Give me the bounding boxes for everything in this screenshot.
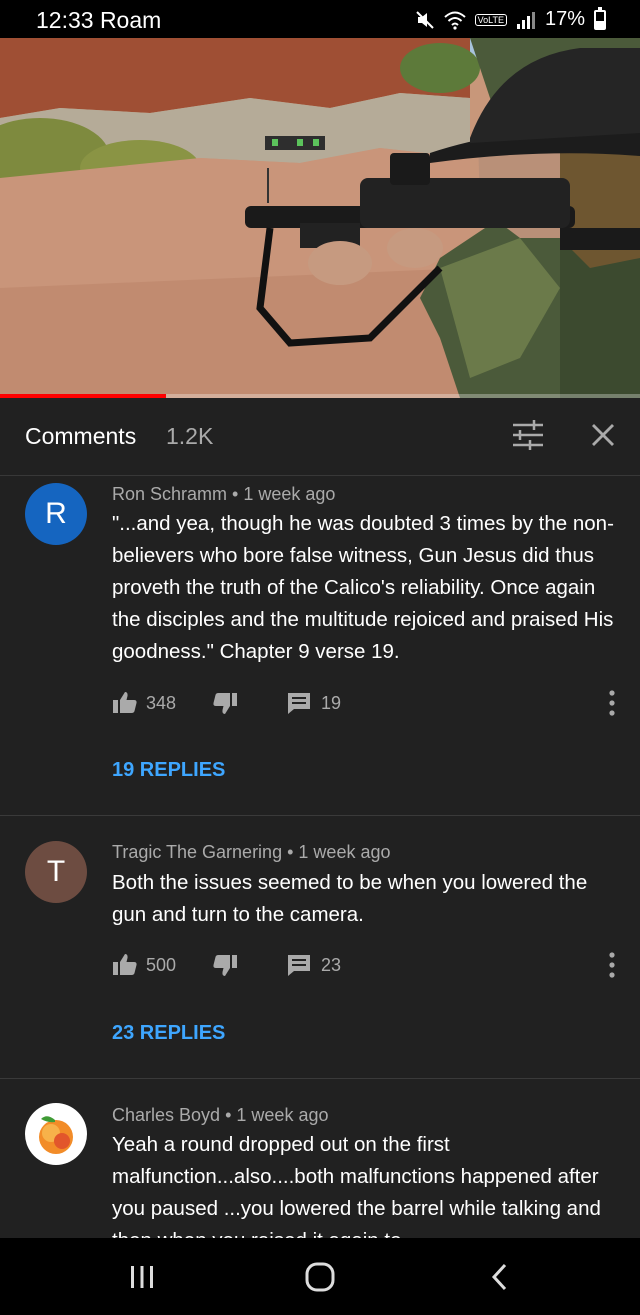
- back-icon[interactable]: [488, 1260, 512, 1294]
- comment-time: 1 week ago: [298, 842, 391, 862]
- battery-icon: [594, 6, 606, 30]
- navigation-bar: [0, 1238, 640, 1315]
- comment-author[interactable]: Ron Schramm: [112, 484, 227, 504]
- video-player[interactable]: [0, 38, 640, 398]
- comment-meta: Ron Schramm • 1 week ago: [112, 484, 335, 505]
- like-icon[interactable]: [112, 690, 138, 716]
- avatar[interactable]: T: [25, 841, 87, 903]
- volte-icon: VoLTE: [474, 13, 507, 26]
- status-bar: 12:33 Roam VoLTE 17%: [0, 0, 640, 38]
- mute-icon: [415, 10, 434, 29]
- like-icon[interactable]: [112, 952, 138, 978]
- dislike-icon[interactable]: [212, 952, 238, 978]
- more-options-icon[interactable]: [600, 688, 624, 718]
- close-icon[interactable]: [588, 420, 618, 450]
- dislike-icon[interactable]: [212, 690, 238, 716]
- comment-item: T Tragic The Garnering • 1 week ago Both…: [0, 816, 640, 1078]
- meta-separator: •: [287, 842, 294, 862]
- comment-actions: 348 19: [112, 688, 341, 718]
- meta-separator: •: [232, 484, 239, 504]
- avatar-letter: T: [46, 855, 66, 888]
- comment-actions: 500 23: [112, 950, 341, 980]
- comment-text: Yeah a round dropped out on the first ma…: [112, 1133, 601, 1238]
- avatar[interactable]: [25, 1103, 87, 1165]
- comment-item: Charles Boyd • 1 week ago Yeah a round d…: [0, 1079, 640, 1238]
- reply-icon[interactable]: [286, 952, 312, 978]
- comments-count: 1.2K: [166, 423, 214, 449]
- recent-apps-icon[interactable]: [128, 1260, 156, 1294]
- like-count: 500: [146, 954, 177, 975]
- reply-icon[interactable]: [286, 690, 312, 716]
- comment-meta: Charles Boyd • 1 week ago: [112, 1105, 328, 1126]
- comment-meta: Tragic The Garnering • 1 week ago: [112, 842, 391, 863]
- reply-count: 19: [321, 692, 342, 713]
- like-count: 348: [146, 692, 177, 713]
- view-replies-link[interactable]: 23 REPLIES: [112, 1022, 225, 1045]
- avatar[interactable]: R: [25, 483, 87, 545]
- comments-title: Comments: [25, 423, 137, 449]
- video-frame: [0, 38, 640, 398]
- signal-icon: [516, 11, 535, 29]
- home-icon[interactable]: [303, 1260, 337, 1294]
- comment-text: "...and yea, though he was doubted 3 tim…: [112, 512, 614, 663]
- comment-time: 1 week ago: [236, 1105, 329, 1125]
- battery-percent: 17%: [544, 8, 585, 30]
- status-icons: VoLTE 17%: [415, 6, 606, 31]
- peach-icon: [39, 1116, 73, 1154]
- reply-count: 23: [321, 954, 342, 975]
- comments-header: Comments 1.2K: [0, 398, 640, 476]
- meta-separator: •: [225, 1105, 232, 1125]
- comment-author[interactable]: Tragic The Garnering: [112, 842, 282, 862]
- view-replies-link[interactable]: 19 REPLIES: [112, 759, 225, 782]
- status-time: 12:33 Roam: [36, 7, 162, 33]
- avatar-letter: R: [45, 497, 67, 530]
- wifi-icon: [443, 11, 466, 30]
- comment-author[interactable]: Charles Boyd: [112, 1105, 220, 1125]
- comment-text: Both the issues seemed to be when you lo…: [112, 871, 588, 926]
- comment-item: R Ron Schramm • 1 week ago "...and yea, …: [0, 477, 640, 815]
- comment-time: 1 week ago: [243, 484, 336, 504]
- filter-icon[interactable]: [510, 420, 546, 450]
- more-options-icon[interactable]: [600, 950, 624, 980]
